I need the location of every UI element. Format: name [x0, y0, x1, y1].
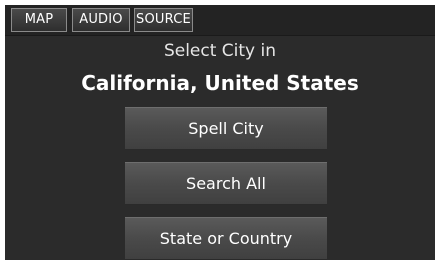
page-subtitle: Select City in [163, 41, 277, 61]
nav-screen: MAP AUDIO SOURCE Select City in Californ… [5, 5, 435, 260]
tab-source[interactable]: SOURCE [134, 8, 193, 32]
tab-audio[interactable]: AUDIO [72, 8, 130, 32]
top-tab-bar: MAP AUDIO SOURCE [5, 5, 435, 36]
state-or-country-button[interactable]: State or Country [125, 217, 327, 260]
tab-map[interactable]: MAP [11, 8, 67, 32]
page-title: California, United States [81, 71, 359, 95]
search-all-button[interactable]: Search All [125, 162, 327, 205]
spell-city-button[interactable]: Spell City [125, 107, 327, 150]
